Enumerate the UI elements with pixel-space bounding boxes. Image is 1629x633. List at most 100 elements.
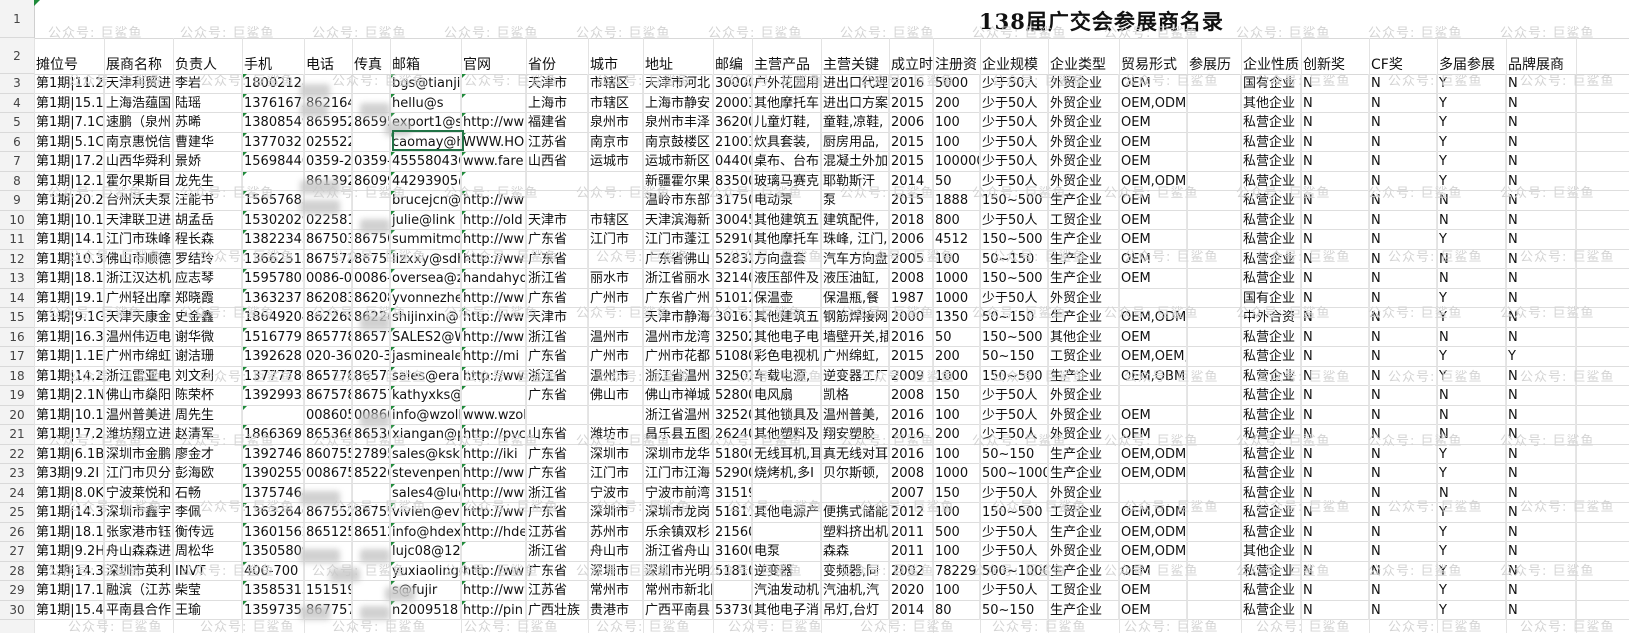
table-cell[interactable]: OEM <box>1119 269 1187 288</box>
table-cell[interactable] <box>526 171 588 191</box>
table-cell[interactable]: 苏州市 <box>588 522 643 542</box>
table-cell[interactable]: http://www.hombest.net <box>461 249 526 269</box>
table-cell[interactable]: 1000 <box>933 366 980 386</box>
table-cell[interactable]: 私营企业 <box>1241 600 1301 620</box>
table-cell[interactable]: 100 <box>933 542 980 561</box>
column-header[interactable]: 成立时 <box>891 56 933 74</box>
table-cell[interactable]: 温州普美, <box>821 405 889 425</box>
table-cell[interactable]: 500 <box>933 522 980 542</box>
table-cell[interactable]: 第1期|15.4 <box>34 600 104 620</box>
table-cell[interactable]: 2015 <box>889 132 933 152</box>
table-cell[interactable]: 南京惠悦信 <box>104 132 173 152</box>
table-cell[interactable]: 天津市 <box>526 74 588 93</box>
table-cell[interactable]: 第1期|17.1 <box>34 581 104 600</box>
column-header[interactable]: 主营产品 <box>754 56 821 74</box>
table-cell[interactable]: 300000 <box>713 74 752 93</box>
table-cell[interactable]: OEM <box>1119 230 1187 249</box>
table-cell[interactable]: 少于50人 <box>980 171 1048 191</box>
table-cell[interactable]: 18663691 <box>242 425 304 444</box>
column-header[interactable]: 企业规模 <box>982 56 1048 74</box>
table-cell[interactable]: 天津市河北 <box>643 74 713 93</box>
table-cell[interactable]: 865125 <box>352 522 390 542</box>
table-cell[interactable]: xiangan@p <box>390 425 461 444</box>
table-cell[interactable]: 0359-26 <box>304 152 352 171</box>
column-header[interactable]: 摊位号 <box>36 56 104 74</box>
table-cell[interactable]: 8620833 <box>304 288 352 308</box>
table-cell[interactable]: Y <box>1437 444 1506 464</box>
table-cell[interactable] <box>461 93 526 113</box>
table-cell[interactable]: 私营企业 <box>1241 327 1301 347</box>
table-cell[interactable]: 020-369 <box>304 347 352 366</box>
table-cell[interactable]: 泵 <box>821 191 889 210</box>
table-cell[interactable]: Y <box>1437 464 1506 483</box>
column-header[interactable]: 贸易形式 <box>1121 56 1187 74</box>
table-cell[interactable]: 佛山市顺德 <box>104 249 173 269</box>
table-cell[interactable]: 汽油机,汽 <box>821 581 889 600</box>
table-cell[interactable]: 保温瓶,餐 <box>821 288 889 308</box>
table-cell[interactable]: 生产企业 <box>1048 308 1119 327</box>
table-cell[interactable]: 50~150 <box>980 249 1048 269</box>
table-cell[interactable]: 建筑配件, <box>821 210 889 230</box>
table-cell[interactable]: 广西平南县 <box>643 600 713 620</box>
table-cell[interactable]: OEM <box>1119 600 1187 620</box>
table-cell[interactable]: 电动泵 <box>752 191 821 210</box>
table-cell[interactable]: 生产企业 <box>1048 522 1119 542</box>
table-cell[interactable]: 天津市静海 <box>643 308 713 327</box>
table-cell[interactable]: N <box>1506 581 1576 600</box>
table-cell[interactable]: 浙江省温州 <box>643 366 713 386</box>
table-cell[interactable] <box>1187 249 1241 269</box>
table-cell[interactable]: 15957805 <box>242 269 304 288</box>
table-cell[interactable]: 宁波市前湾 <box>643 483 713 503</box>
table-cell[interactable] <box>1187 386 1241 405</box>
table-cell[interactable]: julie@link <box>390 210 461 230</box>
table-cell[interactable]: 315199 <box>713 483 752 503</box>
table-cell[interactable]: 2015 <box>889 347 933 366</box>
table-cell[interactable]: Y <box>1437 93 1506 113</box>
table-cell[interactable]: 301636 <box>713 308 752 327</box>
row-number[interactable]: 12 <box>0 250 34 269</box>
table-cell[interactable]: lizxxy@sdh <box>390 249 461 269</box>
table-cell[interactable]: 18649204 <box>242 308 304 327</box>
table-cell[interactable]: 少于50人 <box>980 210 1048 230</box>
table-cell[interactable]: Y <box>1506 347 1576 366</box>
table-cell[interactable]: 上海浩蕴国 <box>104 93 173 113</box>
table-cell[interactable]: N <box>1369 522 1437 542</box>
table-cell[interactable]: 保温壶 <box>752 288 821 308</box>
row-number[interactable]: 16 <box>0 328 34 347</box>
table-cell[interactable]: oversea@z <box>390 269 461 288</box>
table-cell[interactable]: 150~500 <box>980 366 1048 386</box>
table-cell[interactable]: 外贸企业 <box>1048 405 1119 425</box>
table-cell[interactable]: N <box>1301 542 1369 561</box>
table-cell[interactable]: 便携式储能 <box>821 503 889 522</box>
table-cell[interactable]: 少于50人 <box>980 425 1048 444</box>
table-cell[interactable]: 第1期|14.1 <box>34 230 104 249</box>
table-cell[interactable]: 50~150 <box>980 308 1048 327</box>
table-cell[interactable]: N <box>1301 366 1369 386</box>
table-cell[interactable]: 浙江省 <box>526 327 588 347</box>
table-cell[interactable]: N <box>1369 230 1437 249</box>
table-cell[interactable]: 工贸企业 <box>1048 503 1119 522</box>
table-cell[interactable]: N <box>1506 503 1576 522</box>
row-number[interactable]: 11 <box>0 230 34 250</box>
table-cell[interactable]: 317500 <box>713 191 752 210</box>
table-cell[interactable]: http://ww <box>461 288 526 308</box>
table-cell[interactable]: 浙江省 <box>526 542 588 561</box>
table-cell[interactable]: N <box>1506 249 1576 269</box>
table-cell[interactable]: N <box>1437 269 1506 288</box>
table-cell[interactable]: N <box>1437 191 1506 210</box>
table-cell[interactable]: 1000 <box>933 464 980 483</box>
table-cell[interactable]: N <box>1301 210 1369 230</box>
table-cell[interactable]: N <box>1437 210 1506 230</box>
table-cell[interactable]: 2002 <box>889 561 933 581</box>
table-cell[interactable]: 第1期|14.3 <box>34 561 104 581</box>
table-cell[interactable]: 江门市 <box>588 464 643 483</box>
table-cell[interactable]: N <box>1369 366 1437 386</box>
table-cell[interactable]: 2018 <box>889 210 933 230</box>
table-cell[interactable]: 生产企业 <box>1048 191 1119 210</box>
table-cell[interactable]: N <box>1301 132 1369 152</box>
table-cell[interactable]: 赵清军 <box>173 425 242 444</box>
table-cell[interactable]: 8657786 <box>304 327 352 347</box>
column-header[interactable]: 官网 <box>463 56 526 74</box>
table-cell[interactable]: brucejcn@ <box>390 191 461 210</box>
table-cell[interactable]: 其他电源产 <box>752 503 821 522</box>
